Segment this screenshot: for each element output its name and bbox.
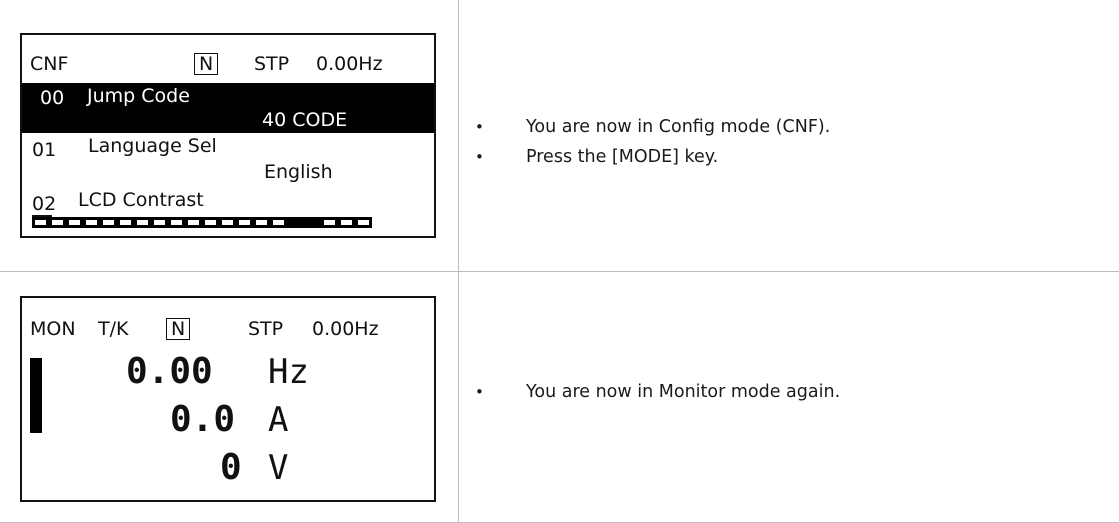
instruction-item: • Press the [MODE] key. xyxy=(475,142,830,172)
contrast-segment xyxy=(338,217,355,228)
contrast-segment xyxy=(151,217,168,228)
lcd-indicator-box: N xyxy=(166,318,191,340)
step-row-2: MON T/K N STP 0.00Hz 0.00 Hz 0.0 A 0 V •… xyxy=(0,271,1119,523)
procedure-table: CNF N STP 0.00Hz 00 Jump Code 40 CODE 01… xyxy=(0,0,1119,523)
contrast-segment xyxy=(49,217,66,228)
contrast-segment xyxy=(219,217,236,228)
item-value-jump-code: 40 CODE xyxy=(262,109,348,131)
instruction-list-2: • You are now in Monitor mode again. xyxy=(475,377,840,407)
contrast-segment xyxy=(83,217,100,228)
contrast-segment xyxy=(134,217,151,228)
contrast-level-bar xyxy=(32,217,372,228)
step-row-1: CNF N STP 0.00Hz 00 Jump Code 40 CODE 01… xyxy=(0,0,1119,272)
lcd-screen-monitor: MON T/K N STP 0.00Hz 0.00 Hz 0.0 A 0 V xyxy=(20,296,436,502)
lcd-status: STP xyxy=(248,318,284,340)
instruction-text: You are now in Config mode (CNF). xyxy=(526,117,831,137)
lcd-indicator-box: N xyxy=(194,53,219,75)
contrast-segment xyxy=(355,217,372,228)
bullet-icon: • xyxy=(475,148,484,166)
desc-cell-2: • You are now in Monitor mode again. xyxy=(458,271,1119,523)
reading-current-value: 0.0 xyxy=(170,399,236,440)
desc-cell-1: • You are now in Config mode (CNF). • Pres… xyxy=(458,0,1119,272)
reading-frequency-value: 0.00 xyxy=(126,351,213,392)
lcd-submode-label: T/K xyxy=(98,318,129,340)
bullet-icon: • xyxy=(475,383,484,401)
bullet-icon: • xyxy=(475,118,484,136)
lcd-mode-label: CNF xyxy=(30,53,69,75)
item-code-01: 01 xyxy=(32,139,57,161)
reading-current-unit: A xyxy=(268,400,289,440)
item-code-00: 00 xyxy=(40,87,65,109)
instruction-text: You are now in Monitor mode again. xyxy=(526,382,841,402)
lcd-frequency: 0.00Hz xyxy=(316,53,383,75)
item-name-jump-code: Jump Code xyxy=(87,85,190,107)
selected-row-highlight xyxy=(22,83,434,133)
reading-voltage-value: 0 xyxy=(220,447,242,488)
instruction-list-1: • You are now in Config mode (CNF). • Pres… xyxy=(475,112,830,172)
lcd-status: STP xyxy=(254,53,290,75)
item-code-02: 02 xyxy=(32,193,57,215)
contrast-segment xyxy=(253,217,270,228)
reading-frequency-unit: Hz xyxy=(268,352,309,392)
lcd-cursor-block xyxy=(30,358,42,433)
contrast-segment xyxy=(304,217,321,228)
item-name-lcd-contrast: LCD Contrast xyxy=(78,189,204,211)
instruction-item: • You are now in Monitor mode again. xyxy=(475,377,840,407)
contrast-segment xyxy=(117,217,134,228)
lcd-frequency: 0.00Hz xyxy=(312,318,379,340)
contrast-segment xyxy=(270,217,287,228)
contrast-segment xyxy=(168,217,185,228)
lcd-cell-1: CNF N STP 0.00Hz 00 Jump Code 40 CODE 01… xyxy=(0,0,459,272)
contrast-segment xyxy=(236,217,253,228)
instruction-item: • You are now in Config mode (CNF). xyxy=(475,112,830,142)
contrast-segment xyxy=(100,217,117,228)
contrast-segment xyxy=(185,217,202,228)
lcd-cell-2: MON T/K N STP 0.00Hz 0.00 Hz 0.0 A 0 V xyxy=(0,271,459,523)
item-name-language: Language Sel xyxy=(88,135,217,157)
contrast-segment xyxy=(321,217,338,228)
item-value-language: English xyxy=(264,161,333,183)
contrast-segment xyxy=(66,217,83,228)
contrast-segment xyxy=(202,217,219,228)
contrast-segment xyxy=(32,217,49,228)
lcd-mode-label: MON xyxy=(30,318,76,340)
lcd-screen-config: CNF N STP 0.00Hz 00 Jump Code 40 CODE 01… xyxy=(20,33,436,238)
instruction-text: Press the [MODE] key. xyxy=(526,147,719,167)
reading-voltage-unit: V xyxy=(268,448,289,488)
contrast-segment xyxy=(287,217,304,228)
